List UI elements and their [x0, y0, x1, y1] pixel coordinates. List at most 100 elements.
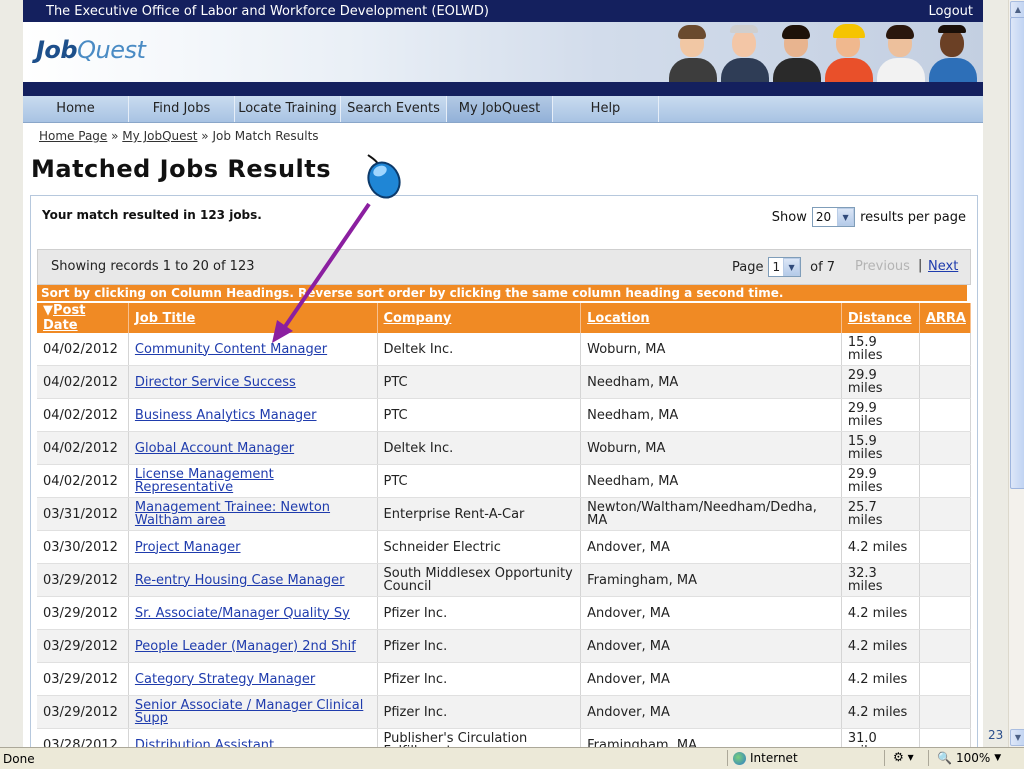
results-per-page-select[interactable]: 20 ▼ [811, 207, 856, 227]
col-location[interactable]: Location [580, 303, 842, 333]
cell-company: Deltek Inc. [383, 341, 454, 357]
nav-tab-find-jobs[interactable]: Find Jobs [129, 96, 235, 122]
protected-mode-icon[interactable]: ⚙ ▾ [893, 750, 914, 764]
cell-job-title-link[interactable]: Project Manager [135, 540, 241, 555]
chevron-down-icon: ▼ [837, 208, 855, 226]
table-row: 03/29/2012 Category Strategy Manager Pfize… [37, 662, 972, 696]
col-company[interactable]: Company [377, 303, 582, 333]
cell-post-date: 03/29/2012 [43, 605, 118, 621]
cell-post-date: 04/02/2012 [43, 407, 118, 423]
status-text: Done [3, 752, 35, 766]
zoom-control[interactable]: 🔍 100% ▼ [937, 751, 1001, 765]
logout-link[interactable]: Logout [928, 4, 973, 19]
table-row: 03/30/2012 Project Manager Schneider Elect… [37, 530, 972, 564]
cell-job-title-link[interactable]: Category Strategy Manager [135, 672, 315, 687]
cell-company: South Middlesex Opportunity Council [383, 566, 573, 594]
cell-location: Andover, MA [587, 671, 670, 687]
cell-company: Pfizer Inc. [383, 704, 448, 720]
cell-location: Andover, MA [587, 638, 670, 654]
scroll-down-icon[interactable]: ▼ [1010, 729, 1024, 746]
col-post-date[interactable]: ▼Post Date [37, 303, 129, 333]
page-select[interactable]: 1 ▼ [768, 257, 802, 277]
nav-tab-my-jobquest[interactable]: My JobQuest [447, 96, 553, 122]
zoom-icon: 🔍 [937, 751, 952, 765]
col-distance[interactable]: Distance [841, 303, 920, 333]
status-bar: Done Internet ⚙ ▾ 🔍 100% ▼ [0, 747, 1024, 769]
cell-post-date: 03/29/2012 [43, 704, 118, 720]
breadcrumb-current: Job Match Results [212, 129, 319, 143]
cell-distance: 25.7 miles [847, 500, 883, 528]
col-job-title[interactable]: Job Title [128, 303, 378, 333]
cell-distance: 29.9 miles [847, 467, 883, 495]
cell-distance: 15.9 miles [847, 335, 883, 363]
cell-job-title-link[interactable]: Community Content Manager [135, 342, 327, 357]
next-link[interactable]: Next [928, 259, 958, 274]
cell-job-title-link[interactable]: License Management Representative [135, 467, 274, 495]
cell-post-date: 04/02/2012 [43, 473, 118, 489]
jobquest-logo[interactable]: JobQuest [36, 36, 146, 64]
cell-post-date: 03/30/2012 [43, 539, 118, 555]
cell-location: Newton/Waltham/Needham/Dedha, MA [587, 500, 817, 528]
cell-job-title-link[interactable]: Management Trainee: Newton Waltham area [135, 500, 330, 528]
cell-distance: 4.2 miles [847, 704, 908, 720]
cell-location: Needham, MA [587, 374, 679, 390]
cell-location: Andover, MA [587, 605, 670, 621]
cell-job-title-link[interactable]: Distribution Assistant [135, 738, 274, 748]
cell-location: Framingham, MA [587, 572, 697, 588]
cell-job-title-link[interactable]: Director Service Success [135, 375, 296, 390]
nav-tab-search-events[interactable]: Search Events [341, 96, 447, 122]
cell-company: PTC [383, 473, 408, 489]
cell-company: PTC [383, 407, 408, 423]
cell-post-date: 03/29/2012 [43, 572, 118, 588]
cell-job-title-link[interactable]: Sr. Associate/Manager Quality Sy [135, 606, 350, 621]
cell-company: Pfizer Inc. [383, 638, 448, 654]
banner-stripe [23, 82, 983, 96]
table-row: 03/29/2012 Senior Associate / Manager Cli… [37, 695, 972, 729]
chevron-down-icon: ▼ [994, 753, 1002, 763]
nav-tab-home[interactable]: Home [23, 96, 129, 122]
cell-distance: 29.9 miles [847, 368, 883, 396]
cell-company: PTC [383, 374, 408, 390]
nav-tab-locate-training[interactable]: Locate Training [235, 96, 341, 122]
cell-job-title-link[interactable]: Re-entry Housing Case Manager [135, 573, 345, 588]
record-count: Showing records 1 to 20 of 123 [51, 259, 255, 274]
cell-job-title-link[interactable]: Business Analytics Manager [135, 408, 317, 423]
nav-tab-help[interactable]: Help [553, 96, 659, 122]
cell-distance: 4.2 miles [847, 671, 908, 687]
cell-location: Andover, MA [587, 539, 670, 555]
cell-job-title-link[interactable]: Senior Associate / Manager Clinical Supp [135, 698, 363, 726]
cell-location: Needham, MA [587, 473, 679, 489]
cell-company: Publisher's Circulation Fulfillment [383, 731, 528, 747]
table-row: 04/02/2012 License Management Representat… [37, 464, 972, 498]
breadcrumb-myjobquest-link[interactable]: My JobQuest [122, 129, 197, 143]
cell-location: Framingham, MA [587, 737, 697, 748]
table-row: 03/28/2012 Distribution Assistant Publishe… [37, 728, 972, 748]
globe-icon [733, 751, 746, 765]
cell-job-title-link[interactable]: People Leader (Manager) 2nd Shif [135, 639, 356, 654]
breadcrumb-home-link[interactable]: Home Page [39, 129, 107, 143]
cell-distance: 4.2 miles [847, 539, 908, 555]
jobs-table: ▼Post Date Job Title Company Location Di… [37, 303, 972, 748]
results-panel: Your match resulted in 123 jobs. Show 20… [30, 195, 978, 747]
col-arra[interactable]: ARRA [919, 303, 972, 333]
cell-post-date: 04/02/2012 [43, 440, 118, 456]
table-row: 04/02/2012 Global Account Manager Deltek I… [37, 431, 972, 465]
cell-distance: 4.2 miles [847, 605, 908, 621]
table-row: 03/29/2012 Sr. Associate/Manager Quality … [37, 596, 972, 630]
web-page: The Executive Office of Labor and Workfo… [23, 0, 983, 747]
page-counter: 23 [988, 728, 1004, 742]
cell-post-date: 03/29/2012 [43, 671, 118, 687]
cell-company: Enterprise Rent-A-Car [383, 506, 525, 522]
sort-desc-icon: ▼ [43, 303, 53, 318]
table-row: 03/29/2012 Re-entry Housing Case Manager S… [37, 563, 972, 597]
cell-job-title-link[interactable]: Global Account Manager [135, 441, 294, 456]
table-row: 04/02/2012 Business Analytics Manager PTC N… [37, 398, 972, 432]
scroll-up-icon[interactable]: ▲ [1010, 1, 1024, 18]
paging-bar: Showing records 1 to 20 of 123 Page 1 ▼ o… [37, 249, 971, 285]
scroll-thumb[interactable] [1010, 17, 1024, 489]
vertical-scrollbar[interactable]: ▲ ▼ [1008, 0, 1024, 747]
cell-company: Schneider Electric [383, 539, 501, 555]
header-banner: JobQuest [23, 22, 983, 82]
top-bar: The Executive Office of Labor and Workfo… [23, 0, 983, 22]
table-row: 03/31/2012 Management Trainee: Newton Wal… [37, 497, 972, 531]
